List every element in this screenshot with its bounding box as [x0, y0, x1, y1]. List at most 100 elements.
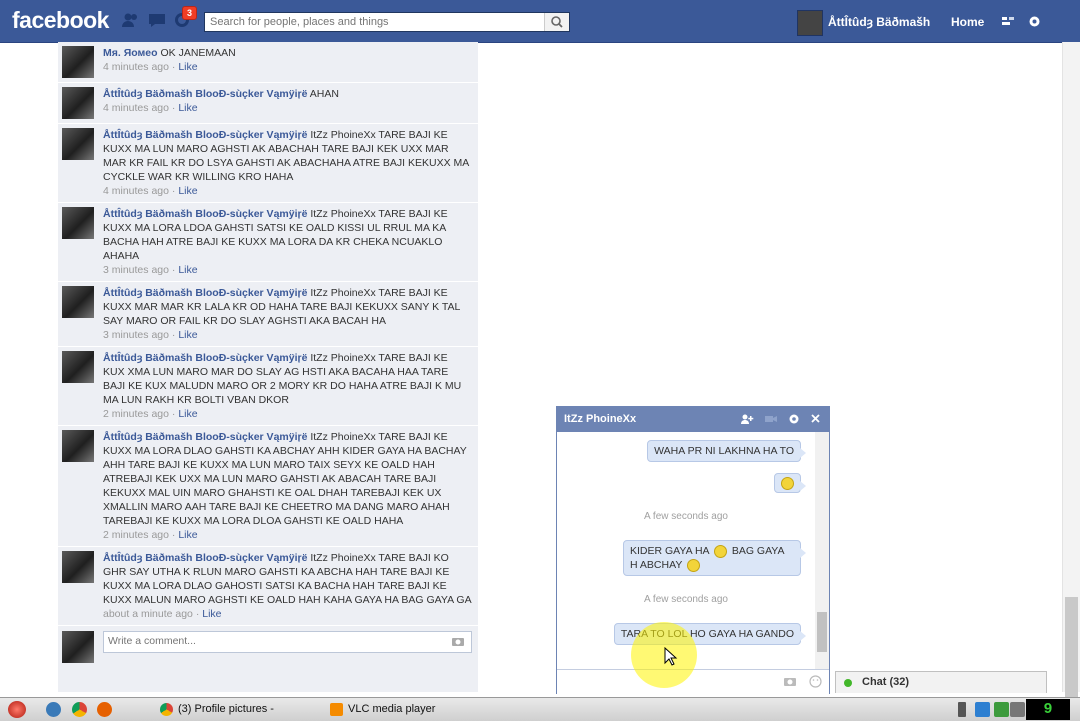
comment-author[interactable]: ÅttÎtûdȝ Bäðmašh BlooÐ-sùçker Vąmÿiŗë — [103, 88, 307, 100]
vlc-icon — [330, 703, 343, 716]
profile-link[interactable]: ÅttÎtûdȝ Bäðmašh — [828, 15, 930, 29]
friend-requests-icon[interactable] — [120, 11, 140, 29]
comment-author[interactable]: ÅttÎtûdȝ Bäðmašh BlooÐ-sùçker Vąmÿiŗë — [103, 129, 307, 141]
add-people-icon[interactable] — [740, 413, 754, 428]
comment-body: ÅttÎtûdȝ Bäðmašh BlooÐ-sùçker Vąmÿiŗë It… — [103, 128, 472, 198]
comment-time[interactable]: 4 minutes ago — [103, 61, 169, 73]
comment-meta: 3 minutes ago · Like — [103, 264, 198, 276]
comment-time[interactable]: 2 minutes ago — [103, 408, 169, 420]
page-scrollbar[interactable] — [1062, 42, 1080, 697]
comment-author[interactable]: ÅttÎtûdȝ Bäðmašh BlooÐ-sùçker Vąmÿiŗë — [103, 552, 307, 564]
like-link[interactable]: Like — [202, 608, 221, 620]
comment-body: Mя. Яомео OK JANEMAAN 4 minutes ago · Lik… — [103, 46, 472, 78]
firefox-icon[interactable] — [97, 702, 112, 717]
video-call-icon[interactable] — [764, 413, 778, 428]
comment-time[interactable]: 3 minutes ago — [103, 329, 169, 341]
tray-icon[interactable] — [975, 702, 990, 717]
chat-dock-tab[interactable]: Chat (32) — [835, 671, 1047, 693]
mouse-pointer-icon — [664, 647, 678, 666]
comment-author[interactable]: ÅttÎtûdȝ Bäðmašh BlooÐ-sùçker Vąmÿiŗë — [103, 287, 307, 299]
home-link[interactable]: Home — [951, 15, 984, 29]
comment-author[interactable]: ÅttÎtûdȝ Bäðmašh BlooÐ-sùçker Vąmÿiŗë — [103, 352, 307, 364]
camera-icon[interactable] — [783, 676, 797, 690]
search-button[interactable] — [544, 13, 569, 31]
comment-box — [103, 631, 472, 653]
chat-message-text: KIDER GAYA HA — [630, 545, 709, 557]
taskbar-task-chrome[interactable]: (3) Profile pictures - — [156, 700, 328, 719]
scrollbar-thumb[interactable] — [1065, 597, 1078, 697]
privacy-shortcuts-icon[interactable] — [1001, 15, 1015, 30]
comment-item: ÅttÎtûdȝ Bäðmašh BlooÐ-sùçker Vąmÿiŗë It… — [58, 547, 478, 626]
chat-header[interactable]: ItZz PhoineXx — [557, 407, 829, 432]
comment-text: AHAN — [309, 88, 339, 100]
comment-body: ÅttÎtûdȝ Bäðmašh BlooÐ-sùçker Vąmÿiŗë It… — [103, 551, 472, 621]
search-box — [204, 12, 570, 32]
tray-icon[interactable] — [958, 702, 966, 717]
avatar[interactable] — [62, 351, 94, 383]
comment-time[interactable]: 3 minutes ago — [103, 264, 169, 276]
emoticon-icon[interactable] — [809, 675, 822, 691]
windows-taskbar: (3) Profile pictures - VLC media player … — [0, 697, 1080, 721]
comment-meta: 2 minutes ago · Like — [103, 408, 198, 420]
chat-timestamp: A few seconds ago — [644, 511, 728, 522]
chrome-icon — [160, 703, 173, 716]
avatar[interactable] — [62, 87, 94, 119]
gear-icon[interactable] — [788, 413, 800, 428]
avatar[interactable] — [62, 430, 94, 462]
comment-author[interactable]: ÅttÎtûdȝ Bäðmašh BlooÐ-sùçker Vąmÿiŗë — [103, 431, 307, 443]
comment-meta: 4 minutes ago · Like — [103, 61, 198, 73]
avatar[interactable] — [62, 207, 94, 239]
like-link[interactable]: Like — [178, 408, 197, 420]
chat-message: WAHA PR NI LAKHNA HA TO — [647, 440, 806, 462]
user-avatar[interactable] — [797, 10, 823, 36]
messages-icon[interactable] — [147, 11, 167, 29]
comment-input[interactable] — [104, 632, 408, 650]
ie-icon[interactable] — [46, 702, 61, 717]
notification-count-badge: 3 — [182, 6, 198, 20]
camera-icon[interactable] — [451, 636, 465, 650]
gear-icon[interactable] — [1028, 15, 1041, 31]
comment-body: ÅttÎtûdȝ Bäðmašh BlooÐ-sùçker Vąmÿiŗë It… — [103, 207, 472, 277]
avatar[interactable] — [62, 551, 94, 583]
like-link[interactable]: Like — [178, 185, 197, 197]
like-link[interactable]: Like — [178, 102, 197, 114]
taskbar-task-label: (3) Profile pictures - — [178, 703, 274, 715]
like-link[interactable]: Like — [178, 329, 197, 341]
comment-body: ÅttÎtûdȝ Bäðmašh BlooÐ-sùçker Vąmÿiŗë It… — [103, 430, 472, 542]
comment-time[interactable]: 4 minutes ago — [103, 185, 169, 197]
chat-dock-label: Chat (32) — [862, 676, 910, 688]
scrollbar-thumb[interactable] — [817, 612, 827, 652]
smiley-icon — [687, 558, 701, 572]
comment-meta: 4 minutes ago · Like — [103, 185, 198, 197]
comment-time[interactable]: 4 minutes ago — [103, 102, 169, 114]
comment-time[interactable]: about a minute ago — [103, 608, 193, 620]
avatar[interactable] — [62, 286, 94, 318]
chat-input-row — [557, 669, 829, 694]
comment-body: ÅttÎtûdȝ Bäðmašh BlooÐ-sùçker Vąmÿiŗë It… — [103, 351, 472, 421]
avatar[interactable] — [62, 128, 94, 160]
chat-scrollbar[interactable] — [815, 432, 829, 669]
comment-meta: 4 minutes ago · Like — [103, 102, 198, 114]
chat-message — [774, 473, 806, 493]
comment-item: ÅttÎtûdȝ Bäðmašh BlooÐ-sùçker Vąmÿiŗë It… — [58, 347, 478, 426]
comment-item: ÅttÎtûdȝ Bäðmašh BlooÐ-sùçker Vąmÿiŗë It… — [58, 203, 478, 282]
avatar — [62, 631, 94, 663]
comment-author[interactable]: Mя. Яомео — [103, 47, 158, 59]
like-link[interactable]: Like — [178, 61, 197, 73]
chat-title[interactable]: ItZz PhoineXx — [564, 413, 636, 425]
tray-icon[interactable] — [994, 702, 1009, 717]
system-clock[interactable]: 9 — [1026, 699, 1070, 720]
search-input[interactable] — [205, 13, 540, 31]
comment-time[interactable]: 2 minutes ago — [103, 529, 169, 541]
like-link[interactable]: Like — [178, 264, 197, 276]
online-status-icon — [844, 679, 852, 687]
comment-author[interactable]: ÅttÎtûdȝ Bäðmašh BlooÐ-sùçker Vąmÿiŗë — [103, 208, 307, 220]
like-link[interactable]: Like — [178, 529, 197, 541]
facebook-logo[interactable]: facebook — [12, 7, 109, 34]
chrome-icon[interactable] — [72, 702, 87, 717]
start-button[interactable] — [8, 701, 26, 718]
close-icon[interactable] — [810, 413, 821, 427]
volume-icon[interactable] — [1010, 702, 1025, 717]
avatar[interactable] — [62, 46, 94, 78]
taskbar-task-vlc[interactable]: VLC media player — [326, 700, 498, 719]
